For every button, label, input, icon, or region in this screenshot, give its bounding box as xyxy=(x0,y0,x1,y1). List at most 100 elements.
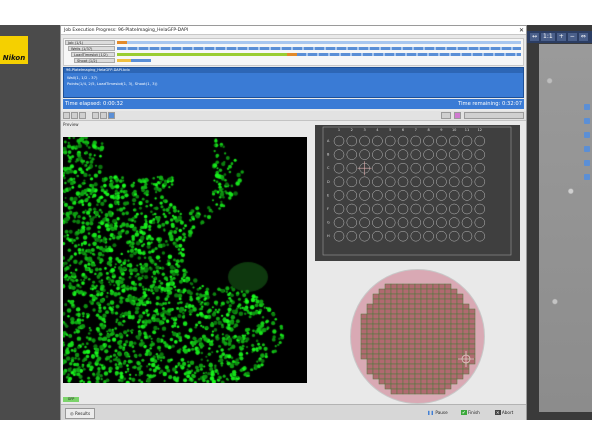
well[interactable] xyxy=(474,162,486,174)
well[interactable] xyxy=(397,217,409,228)
well[interactable] xyxy=(410,135,422,147)
well[interactable] xyxy=(410,162,422,174)
well[interactable] xyxy=(436,162,447,174)
well[interactable] xyxy=(333,203,345,215)
well[interactable] xyxy=(333,149,345,160)
well[interactable] xyxy=(372,217,383,228)
well[interactable] xyxy=(346,230,358,242)
well[interactable] xyxy=(410,230,422,242)
results-button[interactable]: ◎ Results xyxy=(65,408,96,419)
grid-icon[interactable] xyxy=(100,112,107,119)
well[interactable] xyxy=(474,176,486,188)
well[interactable] xyxy=(384,149,396,160)
well[interactable] xyxy=(474,190,486,201)
well[interactable] xyxy=(359,135,370,147)
well[interactable] xyxy=(474,149,486,160)
well[interactable] xyxy=(346,149,358,160)
well[interactable] xyxy=(410,217,422,228)
well[interactable] xyxy=(372,149,383,160)
well[interactable] xyxy=(384,190,396,201)
well[interactable] xyxy=(436,190,447,201)
well[interactable] xyxy=(372,176,383,188)
layout-icon[interactable] xyxy=(92,112,99,119)
well[interactable] xyxy=(423,203,434,215)
well[interactable] xyxy=(346,203,358,215)
well[interactable] xyxy=(333,230,345,242)
finish-button[interactable]: ✔ Finish xyxy=(457,408,484,417)
fit-button[interactable]: ⇔ xyxy=(578,33,588,41)
view-mode-icon[interactable] xyxy=(63,112,70,119)
well[interactable] xyxy=(410,190,422,201)
well[interactable] xyxy=(397,176,409,188)
abort-button[interactable]: ✕ Abort xyxy=(491,408,517,417)
well[interactable] xyxy=(436,230,447,242)
well[interactable] xyxy=(474,203,486,215)
well[interactable] xyxy=(436,135,447,147)
well[interactable] xyxy=(397,203,409,215)
well[interactable] xyxy=(423,217,434,228)
well[interactable] xyxy=(461,190,473,201)
well[interactable] xyxy=(448,230,460,242)
well[interactable] xyxy=(359,149,370,160)
well[interactable] xyxy=(346,162,358,174)
well[interactable] xyxy=(384,135,396,147)
tool-icon[interactable] xyxy=(584,132,590,138)
zoom-1-1-button[interactable]: 1:1 xyxy=(541,33,555,41)
well[interactable] xyxy=(346,217,358,228)
well[interactable] xyxy=(359,203,370,215)
fluorescence-image[interactable] xyxy=(63,137,307,383)
well[interactable] xyxy=(461,230,473,242)
pause-button[interactable]: ❚❚ Pause xyxy=(423,408,452,417)
well[interactable] xyxy=(436,149,447,160)
well[interactable] xyxy=(474,135,486,147)
well[interactable] xyxy=(346,135,358,147)
well[interactable] xyxy=(448,203,460,215)
zoom-out-button[interactable]: − xyxy=(567,33,577,41)
reset-icon[interactable] xyxy=(79,112,86,119)
tool-icon[interactable] xyxy=(584,174,590,180)
well[interactable] xyxy=(372,190,383,201)
zoom-in-button[interactable]: + xyxy=(556,33,566,41)
well[interactable] xyxy=(423,190,434,201)
well[interactable] xyxy=(461,203,473,215)
well[interactable] xyxy=(436,203,447,215)
well[interactable] xyxy=(333,176,345,188)
channel-tag[interactable]: GFP xyxy=(63,397,79,402)
well[interactable] xyxy=(397,162,409,174)
well[interactable] xyxy=(448,162,460,174)
well[interactable] xyxy=(423,162,434,174)
well[interactable] xyxy=(333,190,345,201)
tool-icon[interactable] xyxy=(584,118,590,124)
display-icon[interactable] xyxy=(441,112,451,119)
well[interactable] xyxy=(410,149,422,160)
tool-icon[interactable] xyxy=(584,160,590,166)
well[interactable] xyxy=(397,190,409,201)
well[interactable] xyxy=(346,176,358,188)
lut-selector[interactable] xyxy=(464,112,524,119)
well[interactable] xyxy=(423,176,434,188)
well[interactable] xyxy=(461,176,473,188)
well[interactable] xyxy=(461,135,473,147)
well[interactable] xyxy=(333,217,345,228)
well[interactable] xyxy=(384,162,396,174)
well[interactable] xyxy=(448,217,460,228)
well[interactable] xyxy=(384,176,396,188)
well[interactable] xyxy=(448,135,460,147)
well[interactable] xyxy=(333,135,345,147)
well[interactable] xyxy=(384,203,396,215)
well-overview[interactable] xyxy=(350,269,485,404)
well[interactable] xyxy=(384,217,396,228)
well[interactable] xyxy=(397,230,409,242)
well-plate-view[interactable]: 1 2 3 4 5 6 7 8 9 10 11 12 A B C D E F G H xyxy=(315,125,520,261)
well[interactable] xyxy=(474,230,486,242)
well[interactable] xyxy=(423,230,434,242)
well[interactable] xyxy=(474,217,486,228)
well[interactable] xyxy=(397,149,409,160)
well[interactable] xyxy=(359,190,370,201)
channel-icon[interactable] xyxy=(108,112,115,119)
well[interactable] xyxy=(423,135,434,147)
close-icon[interactable]: ✕ xyxy=(519,26,524,35)
image-icon[interactable] xyxy=(454,112,461,119)
well[interactable] xyxy=(384,230,396,242)
well[interactable] xyxy=(436,217,447,228)
